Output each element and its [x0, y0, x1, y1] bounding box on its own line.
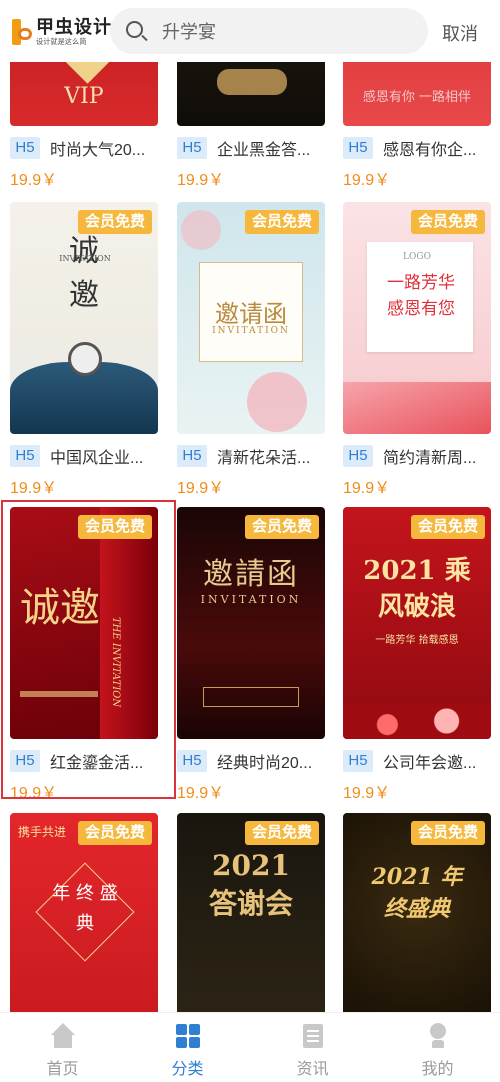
poster-subtext: 一路芳华 拾载感恩 — [375, 635, 459, 646]
poster-thumbnail[interactable]: 携手共进 年 终 盛 典 — [10, 813, 158, 1045]
search-input[interactable]: 升学宴 — [110, 8, 428, 54]
h5-tag: H5 — [177, 137, 207, 159]
card-price: 19.9￥ — [177, 785, 225, 802]
poster-thumbnail[interactable]: 诚邀 THE INVITATION — [10, 507, 158, 739]
nav-category[interactable]: 分类 — [125, 1013, 250, 1082]
poster-text: VIP — [64, 84, 104, 109]
search-icon — [124, 19, 148, 43]
h5-tag: H5 — [10, 137, 40, 159]
poster-text: 2021 答谢会 — [208, 849, 293, 920]
poster-thumbnail[interactable]: 2021 乘风破浪 一路芳华 拾载感恩 — [343, 507, 491, 739]
card-title[interactable]: 感恩有你企... — [383, 136, 476, 160]
card-title[interactable]: 企业黑金答... — [217, 136, 310, 160]
card-title[interactable]: 清新花朵活... — [217, 444, 310, 468]
news-icon — [300, 1023, 326, 1049]
h5-tag: H5 — [177, 750, 207, 772]
member-free-badge: 会员免费 — [244, 515, 319, 539]
card-price: 19.9￥ — [10, 172, 58, 189]
poster-subtext: THE INVITATION — [110, 617, 121, 708]
poster-text: 2021 乘风破浪 — [363, 556, 471, 622]
card-price: 19.9￥ — [10, 785, 58, 802]
cancel-button[interactable]: 取消 — [442, 20, 478, 46]
poster-thumbnail[interactable]: 2021 答谢会 — [177, 813, 325, 1045]
card-title[interactable]: 中国风企业... — [50, 444, 143, 468]
nav-news[interactable]: 资讯 — [250, 1013, 375, 1082]
poster-thumbnail[interactable]: LOGO 一路芳华 感恩有您 — [343, 202, 491, 434]
poster-subtext: LOGO — [403, 252, 431, 262]
home-icon — [50, 1023, 76, 1049]
member-free-badge: 会员免费 — [244, 210, 319, 234]
nav-profile[interactable]: 我的 — [375, 1013, 500, 1082]
search-query[interactable]: 升学宴 — [162, 18, 216, 44]
member-free-badge: 会员免费 — [410, 515, 485, 539]
poster-subtext: INVITATION — [212, 326, 290, 336]
member-free-badge: 会员免费 — [244, 821, 319, 845]
poster-text: 诚 邀 — [69, 234, 99, 313]
poster-subtext: INVITATION — [59, 254, 111, 263]
poster-text: 邀請函 — [203, 557, 299, 592]
logo-title: 甲虫设计 — [36, 17, 112, 37]
h5-tag: H5 — [177, 445, 207, 467]
card-title[interactable]: 经典时尚20... — [217, 749, 312, 773]
card-price: 19.9￥ — [177, 172, 225, 189]
poster-text: 邀请函 — [215, 300, 287, 328]
logo-slogan: 设计就是这么简 — [36, 37, 87, 46]
member-free-badge: 会员免费 — [77, 210, 152, 234]
poster-text: 诚邀 — [20, 585, 100, 631]
card-price: 19.9￥ — [10, 480, 58, 497]
h5-tag: H5 — [343, 750, 373, 772]
nav-label: 资讯 — [296, 1061, 329, 1078]
poster-thumbnail[interactable]: 邀请函 INVITATION — [177, 202, 325, 434]
card-title[interactable]: 时尚大气20... — [50, 136, 145, 160]
card-price: 19.9￥ — [177, 480, 225, 497]
poster-text: 年 终 盛 典 — [52, 883, 118, 934]
card-price: 19.9￥ — [343, 785, 391, 802]
card-title[interactable]: 红金鎏金活... — [50, 749, 143, 773]
category-icon — [175, 1023, 201, 1049]
nav-label: 我的 — [421, 1061, 454, 1078]
card-price: 19.9￥ — [343, 480, 391, 497]
member-free-badge: 会员免费 — [410, 821, 485, 845]
top-bar: 甲虫设计 设计就是这么简 升学宴 取消 — [0, 0, 500, 62]
template-grid: VIP H5 时尚大气20... 19.9￥ H5 企业黑金答... 19.9￥ 感… — [0, 0, 500, 1082]
poster-text: 一路芳华 感恩有您 — [387, 273, 455, 319]
logo-icon — [12, 19, 32, 45]
member-free-badge: 会员免费 — [77, 515, 152, 539]
h5-tag: H5 — [10, 445, 40, 467]
bottom-nav: 首页 分类 资讯 我的 — [0, 1012, 500, 1082]
nav-label: 首页 — [46, 1061, 79, 1078]
h5-tag: H5 — [10, 750, 40, 772]
member-free-badge: 会员免费 — [410, 210, 485, 234]
poster-subtext: INVITATION — [200, 593, 302, 606]
h5-tag: H5 — [343, 137, 373, 159]
nav-home[interactable]: 首页 — [0, 1013, 125, 1082]
profile-icon — [425, 1023, 451, 1049]
poster-thumbnail[interactable]: 2021 年终盛典 — [343, 813, 491, 1045]
poster-thumbnail[interactable]: 诚 邀 INVITATION — [10, 202, 158, 434]
card-price: 19.9￥ — [343, 172, 391, 189]
nav-label: 分类 — [171, 1061, 204, 1078]
card-title[interactable]: 公司年会邀... — [383, 749, 476, 773]
member-free-badge: 会员免费 — [77, 821, 152, 845]
poster-thumbnail[interactable]: 邀請函 INVITATION — [177, 507, 325, 739]
poster-text: 感恩有你 一路相伴 — [362, 90, 472, 105]
card-title[interactable]: 简约清新周... — [383, 444, 476, 468]
app-logo[interactable]: 甲虫设计 设计就是这么简 — [12, 12, 112, 52]
poster-text: 2021 年终盛典 — [371, 864, 463, 922]
h5-tag: H5 — [343, 445, 373, 467]
